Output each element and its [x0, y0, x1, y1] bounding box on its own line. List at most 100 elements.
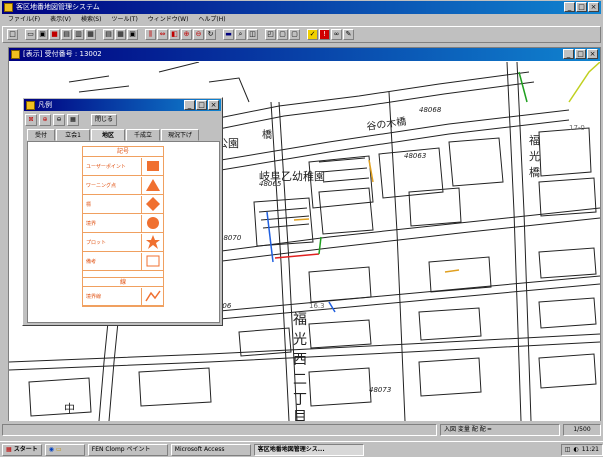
map-maximize-button[interactable]: □: [575, 49, 586, 59]
layer-toggle-icon[interactable]: ▬: [223, 29, 234, 40]
binoculars-icon[interactable]: ∞: [331, 29, 342, 40]
new-icon[interactable]: □: [7, 29, 18, 40]
mark-icon[interactable]: ✓: [307, 29, 318, 40]
legend-line-header: 線: [83, 277, 163, 287]
map-window-title: [表示] 受付番号 : 13002: [23, 50, 102, 58]
map-label-district-1: 福: [293, 312, 307, 328]
pan-icon[interactable]: ⇔: [157, 29, 168, 40]
palette-stop-icon[interactable]: ⊠: [25, 114, 37, 126]
palette-print-icon[interactable]: ▦: [67, 114, 79, 126]
task-access[interactable]: Microsoft Access: [170, 443, 251, 456]
legend-palette[interactable]: 凡例 _ □ × ⊠ ⊕ ⊖ ▦ 閉じる 受付 立会1 地区 千成立 現況下げ …: [22, 97, 223, 326]
palette-zoom-in-icon[interactable]: ⊕: [39, 114, 51, 126]
select-icon[interactable]: ⫼: [145, 29, 156, 40]
map-close-button[interactable]: ×: [587, 49, 598, 59]
menu-file[interactable]: ファイル(F): [8, 14, 40, 25]
legend-row[interactable]: 境界: [83, 214, 163, 233]
tray-volume-icon[interactable]: ◐: [573, 446, 578, 453]
menu-help[interactable]: ヘルプ(H): [198, 14, 225, 25]
palette-minimize-button[interactable]: _: [184, 100, 195, 110]
palette-maximize-button[interactable]: □: [196, 100, 207, 110]
palette-title: 凡例: [38, 101, 52, 109]
task-paint[interactable]: FEN Clomp ペイント: [87, 443, 168, 456]
status-nav[interactable]: 入図 変量 配 配 ━: [440, 424, 560, 436]
palette-close-button-text[interactable]: 閉じる: [91, 114, 117, 126]
legend-row[interactable]: ユーザーポイント: [83, 157, 163, 176]
legend-row[interactable]: ワーニング点: [83, 176, 163, 195]
legend-row[interactable]: 備考: [83, 252, 163, 271]
save-icon[interactable]: ▣: [37, 29, 48, 40]
tab-reception[interactable]: 受付: [27, 129, 55, 141]
toolbar: □ ▭ ▣ ■ ▤ ▥ ▦ ▤ ▦ ▣ ⫼ ⇔ ◧ ⊕ ⊖ ↻ ▬ ⌕ ◫ ◰ …: [2, 26, 601, 43]
refresh-icon[interactable]: ↻: [205, 29, 216, 40]
map-label-district-5: 丁: [293, 392, 307, 408]
legend-panel: 記号 ユーザーポイント ワーニング点 標 境界 プロット 備考 線 境界線: [27, 141, 220, 323]
print-icon[interactable]: ■: [49, 29, 60, 40]
measure-icon[interactable]: ◧: [169, 29, 180, 40]
start-button[interactable]: ▦ スタート: [2, 443, 42, 456]
tab-senseiritsu[interactable]: 千成立: [126, 129, 160, 141]
legend-row[interactable]: 標: [83, 195, 163, 214]
overview-icon[interactable]: ◰: [265, 29, 276, 40]
map-label-district-4: 二: [293, 372, 307, 388]
map-minimize-button[interactable]: _: [563, 49, 574, 59]
polyline-icon: [141, 287, 163, 305]
close-button[interactable]: ×: [588, 2, 599, 12]
diamond-icon: [141, 195, 163, 213]
find-icon[interactable]: ◫: [247, 29, 258, 40]
status-message: [2, 424, 437, 436]
menu-view[interactable]: 表示(V): [50, 14, 71, 25]
palette-titlebar[interactable]: 凡例 _ □ ×: [24, 99, 221, 111]
star-icon: [141, 233, 163, 251]
palette-close-button[interactable]: ×: [208, 100, 219, 110]
grid-icon[interactable]: ▦: [115, 29, 126, 40]
zoom-out-icon[interactable]: ⊖: [193, 29, 204, 40]
tray-clock: 11:21: [581, 446, 599, 453]
palette-toolbar: ⊠ ⊕ ⊖ ▦ 閉じる: [25, 113, 117, 127]
tab-district[interactable]: 地区: [91, 129, 125, 141]
palette-icon: [26, 101, 35, 110]
minimize-button[interactable]: _: [564, 2, 575, 12]
circle-icon: [141, 214, 163, 232]
start-label: スタート: [13, 445, 38, 453]
window-icon[interactable]: ▣: [127, 29, 138, 40]
open-icon[interactable]: ▭: [25, 29, 36, 40]
maximize-button[interactable]: □: [576, 2, 587, 12]
tray-network-icon[interactable]: ◫: [565, 446, 571, 453]
menu-window[interactable]: ウィンドウ(W): [148, 14, 189, 25]
map-label-naka: 中: [64, 402, 75, 415]
map-label-area-1: 48068: [419, 106, 442, 114]
map-window-icon: [11, 50, 20, 59]
cut-icon[interactable]: ▤: [61, 29, 72, 40]
system-tray: ◫ ◐ 11:21: [560, 443, 603, 456]
layer-icon[interactable]: ▤: [103, 29, 114, 40]
map-label-bridge2: 橋: [262, 128, 272, 141]
bookmark-icon[interactable]: ▢: [277, 29, 288, 40]
square-icon: [141, 157, 163, 175]
copy-icon[interactable]: ▥: [73, 29, 84, 40]
search-icon[interactable]: ⌕: [235, 29, 246, 40]
tab-witness[interactable]: 立会1: [56, 129, 90, 141]
map-label-small-2: 16.3: [309, 302, 325, 310]
map-label-area-3: 48065: [259, 180, 282, 188]
paste-icon[interactable]: ▦: [85, 29, 96, 40]
folder-icon: ▭: [55, 445, 62, 453]
alert-icon[interactable]: !: [319, 29, 330, 40]
quick-launch[interactable]: ◉ ▭: [44, 443, 85, 456]
menu-search[interactable]: 検索(S): [81, 14, 102, 25]
zoom-in-icon[interactable]: ⊕: [181, 29, 192, 40]
tab-status[interactable]: 現況下げ: [161, 129, 199, 141]
task-app[interactable]: 客区地番地図管理シス...: [253, 443, 364, 456]
scale-readout: 1/500: [563, 424, 601, 436]
legend-row[interactable]: プロット: [83, 233, 163, 252]
map-label-area-2: 48063: [404, 152, 426, 160]
app-title: 客区地番地図管理システム: [16, 3, 100, 11]
palette-zoom-out-icon[interactable]: ⊖: [53, 114, 65, 126]
pencil-icon[interactable]: ✎: [343, 29, 354, 40]
legend-table: 記号 ユーザーポイント ワーニング点 標 境界 プロット 備考 線 境界線: [82, 146, 164, 307]
map-label-upper-right-2: 光: [529, 149, 540, 163]
legend-row[interactable]: 境界線: [83, 287, 163, 306]
menu-bar: ファイル(F) 表示(V) 検索(S) ツール(T) ウィンドウ(W) ヘルプ(…: [2, 14, 601, 25]
note-icon[interactable]: ▢: [289, 29, 300, 40]
menu-tools[interactable]: ツール(T): [111, 14, 137, 25]
